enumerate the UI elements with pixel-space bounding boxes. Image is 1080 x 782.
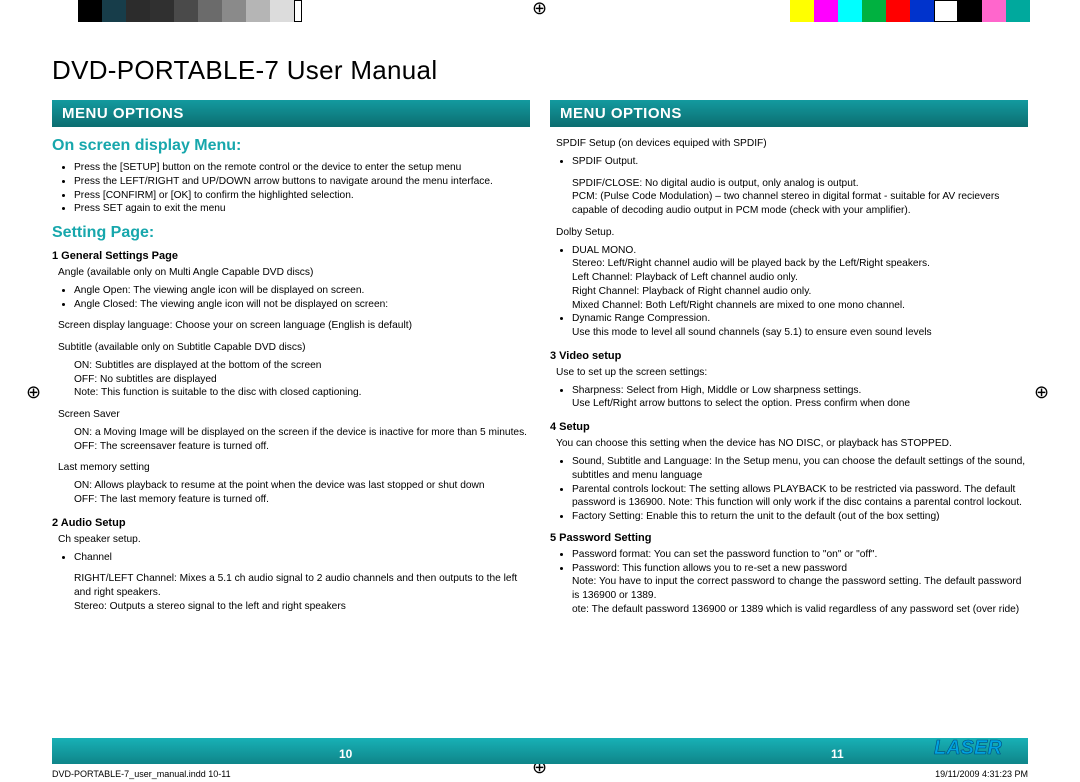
left-page: MENU OPTIONS On screen display Menu: Pre… <box>52 100 530 617</box>
list-item: Press the [SETUP] button on the remote c… <box>74 161 530 175</box>
dualmono-list: DUAL MONO. <box>550 244 1028 258</box>
general-settings-heading: 1 General Settings Page <box>52 250 530 262</box>
list-item: Sharpness: Select from High, Middle or L… <box>572 384 1028 398</box>
list-item: Angle Closed: The viewing angle icon wil… <box>74 298 530 312</box>
registration-mark-icon: ⊕ <box>532 0 547 19</box>
footer-bar: 10 11 LASER <box>52 738 1028 764</box>
svg-text:LASER: LASER <box>934 737 1002 759</box>
subtitle-note: Note: This function is suitable to the d… <box>52 386 530 400</box>
colorbar-swatch <box>78 0 102 22</box>
osd-instructions-list: Press the [SETUP] button on the remote c… <box>52 161 530 216</box>
sharpness-list: Sharpness: Select from High, Middle or L… <box>550 384 1028 398</box>
channel-stereo: Stereo: Outputs a stereo signal to the l… <box>52 600 530 614</box>
colorbar-swatch <box>198 0 222 22</box>
setting-page-heading: Setting Page: <box>52 224 530 242</box>
colorbar-swatch <box>934 0 958 22</box>
spdif-pcm: PCM: (Pulse Code Modulation) – two chann… <box>550 190 1028 218</box>
language-para: Screen display language: Choose your on … <box>52 319 530 333</box>
colorbar-swatch <box>50 0 78 22</box>
password-heading: 5 Password Setting <box>550 532 1028 544</box>
registration-mark-icon: ⊕ <box>26 382 41 403</box>
list-item: Password format: You can set the passwor… <box>572 548 1028 562</box>
meta-timestamp: 19/11/2009 4:31:23 PM <box>935 769 1028 779</box>
colorbar-swatch <box>814 0 838 22</box>
spdif-close: SPDIF/CLOSE: No digital audio is output,… <box>550 177 1028 191</box>
meta-filename: DVD-PORTABLE-7_user_manual.indd 10-11 <box>52 769 231 779</box>
colorbar-swatch <box>982 0 1006 22</box>
section-header-right: MENU OPTIONS <box>550 100 1028 127</box>
spdif-list: SPDIF Output. <box>550 155 1028 169</box>
colorbar-swatch <box>862 0 886 22</box>
channel-rl: RIGHT/LEFT Channel: Mixes a 5.1 ch audio… <box>52 572 530 600</box>
chspeaker-para: Ch speaker setup. <box>52 533 530 547</box>
channel-list: Channel <box>52 551 530 565</box>
indesign-meta: DVD-PORTABLE-7_user_manual.indd 10-11 19… <box>52 769 1028 779</box>
list-item: Press [CONFIRM] or [OK] to confirm the h… <box>74 189 530 203</box>
colorbar-swatch <box>150 0 174 22</box>
drc-list: Dynamic Range Compression. <box>550 312 1028 326</box>
colorbar-swatch <box>1006 0 1030 22</box>
colorbar-swatch <box>838 0 862 22</box>
dolby-mixed: Mixed Channel: Both Left/Right channels … <box>550 299 1028 313</box>
colorbar-swatch <box>790 0 814 22</box>
angle-list: Angle Open: The viewing angle icon will … <box>52 284 530 312</box>
list-item: Parental controls lockout: The setting a… <box>572 483 1028 511</box>
drc-note: Use this mode to level all sound channel… <box>550 326 1028 340</box>
list-item: Factory Setting: Enable this to return t… <box>572 510 1028 524</box>
dolby-para: Dolby Setup. <box>550 226 1028 240</box>
list-item: DUAL MONO. <box>572 244 1028 258</box>
spdif-para: SPDIF Setup (on devices equiped with SPD… <box>550 137 1028 151</box>
list-item: SPDIF Output. <box>572 155 1028 169</box>
lastmem-off: OFF: The last memory feature is turned o… <box>52 493 530 507</box>
page-number-right: 11 <box>831 747 844 761</box>
list-item: Sound, Subtitle and Language: In the Set… <box>572 455 1028 483</box>
dolby-left: Left Channel: Playback of Left channel a… <box>550 271 1028 285</box>
subtitle-para: Subtitle (available only on Subtitle Cap… <box>52 341 530 355</box>
screensaver-off: OFF: The screensaver feature is turned o… <box>52 440 530 454</box>
password-list: Password format: You can set the passwor… <box>550 548 1028 576</box>
colorbar-swatch <box>246 0 270 22</box>
lastmem-on: ON: Allows playback to resume at the poi… <box>52 479 530 493</box>
page-number-left: 10 <box>339 747 352 761</box>
page-title: DVD-PORTABLE-7 User Manual <box>52 55 1028 86</box>
password-override-note: ote: The default password 136900 or 1389… <box>550 603 1028 617</box>
list-item: Channel <box>74 551 530 565</box>
onscreen-menu-heading: On screen display Menu: <box>52 137 530 155</box>
manual-spread: DVD-PORTABLE-7 User Manual MENU OPTIONS … <box>52 55 1028 735</box>
laser-logo: LASER <box>934 732 1018 762</box>
subtitle-off: OFF: No subtitles are displayed <box>52 373 530 387</box>
password-note: Note: You have to input the correct pass… <box>550 575 1028 603</box>
lastmem-para: Last memory setting <box>52 461 530 475</box>
colorbar-swatch <box>174 0 198 22</box>
colorbar-swatch <box>222 0 246 22</box>
video-setup-heading: 3 Video setup <box>550 350 1028 362</box>
list-item: Angle Open: The viewing angle icon will … <box>74 284 530 298</box>
list-item: Dynamic Range Compression. <box>572 312 1028 326</box>
setup-heading: 4 Setup <box>550 421 1028 433</box>
colorbar-swatch <box>958 0 982 22</box>
registration-mark-icon: ⊕ <box>1034 382 1049 403</box>
dolby-right: Right Channel: Playback of Right channel… <box>550 285 1028 299</box>
colorbar-swatch <box>102 0 126 22</box>
sharpness-note: Use Left/Right arrow buttons to select t… <box>550 397 1028 411</box>
colorbar-swatch <box>126 0 150 22</box>
list-item: Press the LEFT/RIGHT and UP/DOWN arrow b… <box>74 175 530 189</box>
list-item: Press SET again to exit the menu <box>74 202 530 216</box>
right-page: MENU OPTIONS SPDIF Setup (on devices equ… <box>550 100 1028 617</box>
colorbar-swatch <box>294 0 302 22</box>
angle-para: Angle (available only on Multi Angle Cap… <box>52 266 530 280</box>
video-para: Use to set up the screen settings: <box>550 366 1028 380</box>
section-header-left: MENU OPTIONS <box>52 100 530 127</box>
screensaver-on: ON: a Moving Image will be displayed on … <box>52 426 530 440</box>
dolby-stereo: Stereo: Left/Right channel audio will be… <box>550 257 1028 271</box>
list-item: Password: This function allows you to re… <box>572 562 1028 576</box>
subtitle-on: ON: Subtitles are displayed at the botto… <box>52 359 530 373</box>
setup-para: You can choose this setting when the dev… <box>550 437 1028 451</box>
audio-setup-heading: 2 Audio Setup <box>52 517 530 529</box>
colorbar-swatch <box>270 0 294 22</box>
colorbar-swatch <box>886 0 910 22</box>
screensaver-para: Screen Saver <box>52 408 530 422</box>
colorbar-swatch <box>910 0 934 22</box>
setup-list: Sound, Subtitle and Language: In the Set… <box>550 455 1028 524</box>
